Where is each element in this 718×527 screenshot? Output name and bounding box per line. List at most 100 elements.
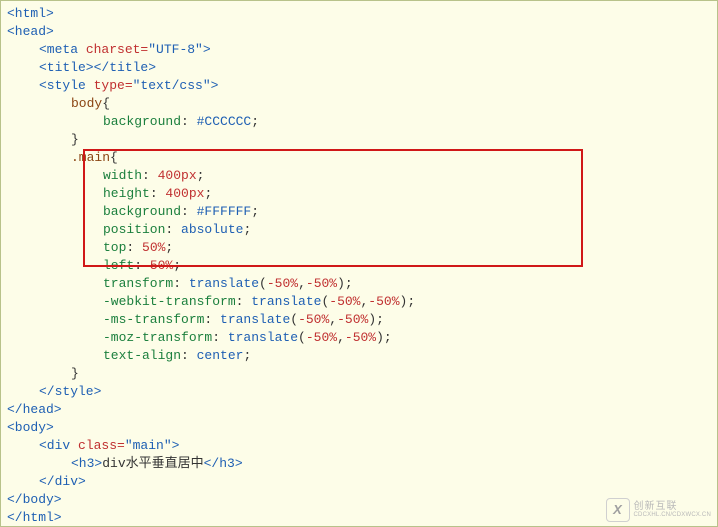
token-punc: , <box>337 330 345 345</box>
token-prop: text-align <box>103 348 181 363</box>
code-line: </head> <box>7 401 711 419</box>
token-tag: <style <box>39 78 94 93</box>
token-pv: translate <box>228 330 298 345</box>
code-line: -ms-transform: translate(-50%,-50%); <box>7 311 711 329</box>
token-prop: height <box>103 186 150 201</box>
code-line: body{ <box>7 95 711 113</box>
token-prop: background <box>103 204 181 219</box>
code-line: <title></title> <box>7 59 711 77</box>
token-pv: translate <box>220 312 290 327</box>
code-line: <h3>div水平垂直居中</h3> <box>7 455 711 473</box>
token-punc: ; <box>197 168 205 183</box>
token-tag: <title></title> <box>39 60 156 75</box>
token-num: -50% <box>306 276 337 291</box>
token-pv: translate <box>189 276 259 291</box>
token-tag: <h3> <box>71 456 102 471</box>
token-punc: ( <box>298 330 306 345</box>
token-punc: ); <box>376 330 392 345</box>
token-prop: -webkit-transform <box>103 294 236 309</box>
token-attr: type= <box>94 78 133 93</box>
token-punc: ); <box>368 312 384 327</box>
token-num: 400px <box>158 168 197 183</box>
token-punc: ; <box>204 186 212 201</box>
code-line: <meta charset="UTF-8"> <box>7 41 711 59</box>
watermark: X 创新互联 CDCXHL.CN/CDXWCX.CN <box>606 498 711 522</box>
token-sel: .main <box>71 150 110 165</box>
token-punc: : <box>165 222 181 237</box>
token-tag: <div <box>39 438 78 453</box>
token-sel: body <box>71 96 102 111</box>
token-num: -50% <box>298 312 329 327</box>
token-tag: > <box>211 78 219 93</box>
token-prop: position <box>103 222 165 237</box>
token-tag: <html> <box>7 6 54 21</box>
token-tag: <body> <box>7 420 54 435</box>
token-punc: ; <box>173 258 181 273</box>
code-line: width: 400px; <box>7 167 711 185</box>
token-punc: { <box>102 96 110 111</box>
token-punc: ; <box>251 204 259 219</box>
token-punc: : <box>142 168 158 183</box>
token-prop: width <box>103 168 142 183</box>
token-prop: background <box>103 114 181 129</box>
token-tag: <meta <box>39 42 86 57</box>
token-num: -50% <box>306 330 337 345</box>
token-tag: </div> <box>39 474 86 489</box>
code-line: -webkit-transform: translate(-50%,-50%); <box>7 293 711 311</box>
token-num: 50% <box>150 258 173 273</box>
token-punc: } <box>71 132 79 147</box>
code-line: <div class="main"> <box>7 437 711 455</box>
token-num: -50% <box>337 312 368 327</box>
code-line: <head> <box>7 23 711 41</box>
token-pv: translate <box>251 294 321 309</box>
token-punc: , <box>298 276 306 291</box>
token-punc: { <box>110 150 118 165</box>
token-num: 400px <box>165 186 204 201</box>
token-punc: : <box>134 258 150 273</box>
token-punc: : <box>173 276 189 291</box>
token-punc: ( <box>259 276 267 291</box>
code-line: position: absolute; <box>7 221 711 239</box>
token-tag: </html> <box>7 510 62 525</box>
token-punc: } <box>71 366 79 381</box>
token-pv: absolute <box>181 222 243 237</box>
code-line: <style type="text/css"> <box>7 77 711 95</box>
token-punc: : <box>212 330 228 345</box>
token-punc: : <box>236 294 252 309</box>
code-block: <html> <head> <meta charset="UTF-8"><title… <box>7 5 711 527</box>
code-line: </div> <box>7 473 711 491</box>
watermark-cn: 创新互联 <box>634 501 711 512</box>
code-line: } <box>7 131 711 149</box>
code-line: text-align: center; <box>7 347 711 365</box>
token-num: -50% <box>267 276 298 291</box>
token-tag: > <box>203 42 211 57</box>
token-punc: ); <box>337 276 353 291</box>
watermark-logo-icon: X <box>606 498 630 522</box>
code-line: <body> <box>7 419 711 437</box>
token-attr: class= <box>78 438 125 453</box>
token-prop: -moz-transform <box>103 330 212 345</box>
token-prop: transform <box>103 276 173 291</box>
token-punc: : <box>181 204 197 219</box>
token-prop: left <box>103 258 134 273</box>
token-pv: #CCCCCC <box>197 114 252 129</box>
code-line: .main{ <box>7 149 711 167</box>
token-punc: ; <box>251 114 259 129</box>
token-punc: ; <box>165 240 173 255</box>
code-line: } <box>7 365 711 383</box>
token-tag: </h3> <box>204 456 243 471</box>
token-punc: : <box>181 348 197 363</box>
code-line: background: #FFFFFF; <box>7 203 711 221</box>
token-prop: -ms-transform <box>103 312 204 327</box>
token-punc: : <box>126 240 142 255</box>
token-prop: top <box>103 240 126 255</box>
token-tag: </head> <box>7 402 62 417</box>
token-tag: <head> <box>7 24 54 39</box>
code-line: left: 50%; <box>7 257 711 275</box>
token-num: -50% <box>345 330 376 345</box>
code-line: background: #CCCCCC; <box>7 113 711 131</box>
code-line: </style> <box>7 383 711 401</box>
token-punc: ; <box>243 348 251 363</box>
code-line: transform: translate(-50%,-50%); <box>7 275 711 293</box>
code-line: <html> <box>7 5 711 23</box>
